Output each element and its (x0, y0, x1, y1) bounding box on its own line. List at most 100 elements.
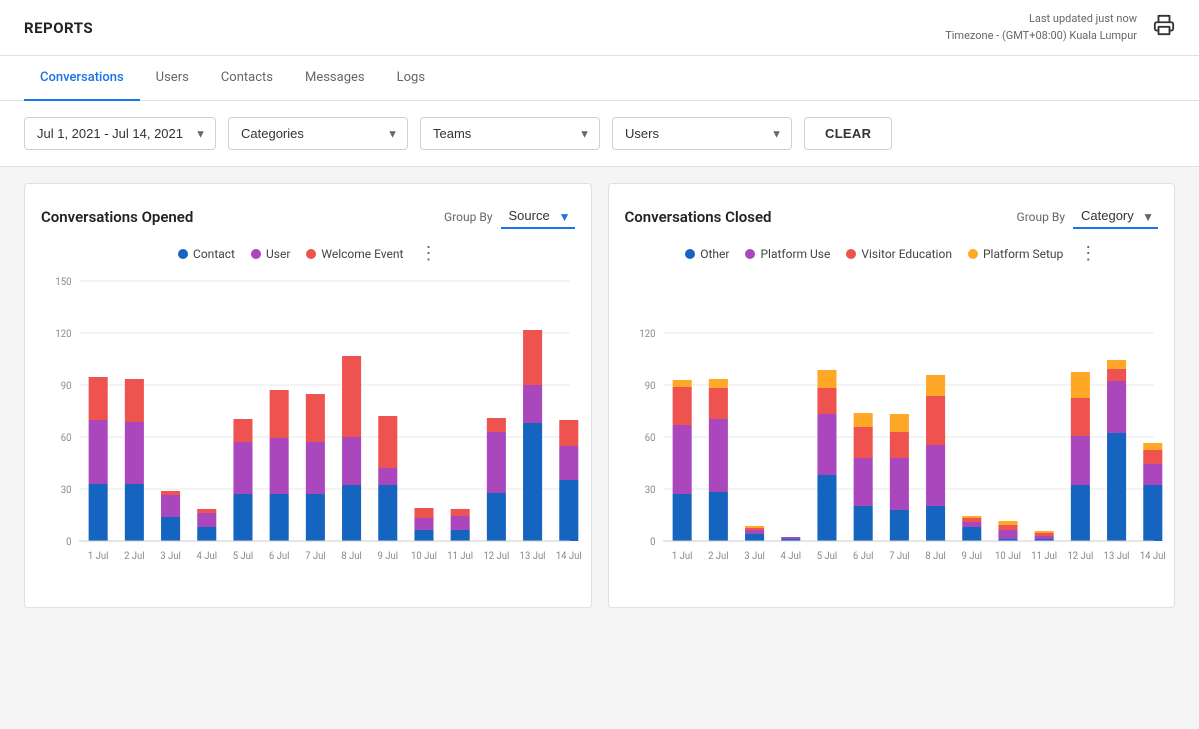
svg-text:5 Jul: 5 Jul (816, 551, 837, 562)
tab-messages[interactable]: Messages (289, 56, 381, 101)
users-wrapper: Users ▼ (612, 117, 792, 150)
legend-visitor-education-dot (846, 249, 856, 259)
chart-left-svg: 150 120 90 60 30 0 (41, 271, 575, 591)
svg-text:3 Jul: 3 Jul (744, 551, 765, 562)
teams-wrapper: Teams ▼ (420, 117, 600, 150)
svg-text:6 Jul: 6 Jul (852, 551, 873, 562)
svg-text:14 Jul: 14 Jul (1139, 551, 1165, 562)
svg-text:10 Jul: 10 Jul (995, 551, 1021, 562)
group-by-left-select[interactable]: Source (501, 204, 575, 229)
svg-text:5 Jul: 5 Jul (233, 551, 254, 562)
legend-contact-dot (178, 249, 188, 259)
svg-text:8 Jul: 8 Jul (341, 551, 362, 562)
conversations-opened-panel: Conversations Opened Group By Source ▼ C… (24, 183, 592, 608)
svg-text:11 Jul: 11 Jul (447, 551, 473, 562)
group-by-right-label: Group By (1017, 210, 1065, 224)
clear-button[interactable]: CLEAR (804, 117, 892, 150)
chart-right-header: Conversations Closed Group By Category ▼ (625, 204, 1159, 229)
svg-text:120: 120 (55, 329, 71, 340)
users-select[interactable]: Users (612, 117, 792, 150)
svg-text:8 Jul: 8 Jul (925, 551, 946, 562)
svg-text:2 Jul: 2 Jul (708, 551, 729, 562)
legend-visitor-education-label: Visitor Education (861, 247, 952, 261)
svg-text:3 Jul: 3 Jul (160, 551, 181, 562)
tab-conversations[interactable]: Conversations (24, 56, 140, 101)
timezone: Timezone - (GMT+08:00) Kuala Lumpur (945, 28, 1137, 45)
group-by-left-label: Group By (444, 210, 492, 224)
chart-right-title: Conversations Closed (625, 208, 772, 226)
tab-contacts[interactable]: Contacts (205, 56, 289, 101)
svg-text:10 Jul: 10 Jul (411, 551, 437, 562)
page-title: REPORTS (24, 19, 93, 37)
group-by-left-wrapper: Source ▼ (501, 204, 575, 229)
conversations-closed-panel: Conversations Closed Group By Category ▼… (608, 183, 1176, 608)
group-by-right-container: Group By Category ▼ (1017, 204, 1158, 229)
legend-contact: Contact (178, 245, 235, 263)
legend-right-more-icon[interactable]: ⋮ (1079, 245, 1097, 263)
svg-text:0: 0 (66, 537, 71, 548)
svg-text:120: 120 (639, 329, 655, 340)
categories-wrapper: Categories ▼ (228, 117, 408, 150)
group-by-right-wrapper: Category ▼ (1073, 204, 1158, 229)
print-icon[interactable] (1153, 14, 1175, 41)
chart-left-legend: Contact User Welcome Event ⋮ (41, 245, 575, 263)
date-range-wrapper: Jul 1, 2021 - Jul 14, 2021 ▼ (24, 117, 216, 150)
header: REPORTS Last updated just now Timezone -… (0, 0, 1199, 56)
header-right: Last updated just now Timezone - (GMT+08… (945, 11, 1175, 44)
categories-select[interactable]: Categories (228, 117, 408, 150)
legend-visitor-education: Visitor Education (846, 245, 952, 263)
tab-users[interactable]: Users (140, 56, 205, 101)
svg-text:150: 150 (55, 277, 71, 288)
group-by-left-container: Group By Source ▼ (444, 204, 574, 229)
svg-text:1 Jul: 1 Jul (671, 551, 692, 562)
svg-text:13 Jul: 13 Jul (1103, 551, 1129, 562)
legend-platform-setup: Platform Setup (968, 245, 1063, 263)
date-range-select[interactable]: Jul 1, 2021 - Jul 14, 2021 (24, 117, 216, 150)
svg-text:7 Jul: 7 Jul (305, 551, 326, 562)
legend-welcome: Welcome Event (306, 245, 403, 263)
svg-text:12 Jul: 12 Jul (1067, 551, 1093, 562)
svg-text:60: 60 (61, 433, 72, 444)
tabs-bar: Conversations Users Contacts Messages Lo… (0, 56, 1199, 101)
svg-text:13 Jul: 13 Jul (520, 551, 546, 562)
legend-welcome-dot (306, 249, 316, 259)
tab-logs[interactable]: Logs (381, 56, 441, 101)
svg-text:90: 90 (644, 381, 655, 392)
chart-left-header: Conversations Opened Group By Source ▼ (41, 204, 575, 229)
legend-left-more-icon[interactable]: ⋮ (419, 245, 437, 263)
legend-other-dot (685, 249, 695, 259)
group-by-right-select[interactable]: Category (1073, 204, 1158, 229)
svg-text:0: 0 (650, 537, 655, 548)
svg-text:90: 90 (61, 381, 72, 392)
svg-text:1 Jul: 1 Jul (88, 551, 109, 562)
svg-text:9 Jul: 9 Jul (961, 551, 982, 562)
filters-bar: Jul 1, 2021 - Jul 14, 2021 ▼ Categories … (0, 101, 1199, 167)
header-info: Last updated just now Timezone - (GMT+08… (945, 11, 1137, 44)
svg-text:30: 30 (61, 485, 72, 496)
chart-right-svg: 120 90 60 30 0 (625, 271, 1159, 591)
charts-area: Conversations Opened Group By Source ▼ C… (0, 167, 1199, 624)
chart-right-legend: Other Platform Use Visitor Education Pla… (625, 245, 1159, 263)
last-updated: Last updated just now (945, 11, 1137, 28)
legend-contact-label: Contact (193, 247, 235, 261)
legend-other-label: Other (700, 247, 729, 261)
svg-text:4 Jul: 4 Jul (780, 551, 801, 562)
svg-text:60: 60 (644, 433, 655, 444)
svg-text:6 Jul: 6 Jul (269, 551, 290, 562)
svg-text:12 Jul: 12 Jul (483, 551, 509, 562)
legend-platform-use-label: Platform Use (760, 247, 830, 261)
svg-text:7 Jul: 7 Jul (889, 551, 910, 562)
legend-user-label: User (266, 247, 290, 261)
svg-text:2 Jul: 2 Jul (124, 551, 145, 562)
svg-text:30: 30 (644, 485, 655, 496)
legend-platform-setup-dot (968, 249, 978, 259)
teams-select[interactable]: Teams (420, 117, 600, 150)
legend-platform-use-dot (745, 249, 755, 259)
legend-user: User (251, 245, 290, 263)
svg-text:11 Jul: 11 Jul (1031, 551, 1057, 562)
svg-text:4 Jul: 4 Jul (197, 551, 218, 562)
legend-user-dot (251, 249, 261, 259)
svg-text:9 Jul: 9 Jul (378, 551, 399, 562)
svg-text:14 Jul: 14 Jul (556, 551, 582, 562)
legend-welcome-label: Welcome Event (321, 247, 403, 261)
